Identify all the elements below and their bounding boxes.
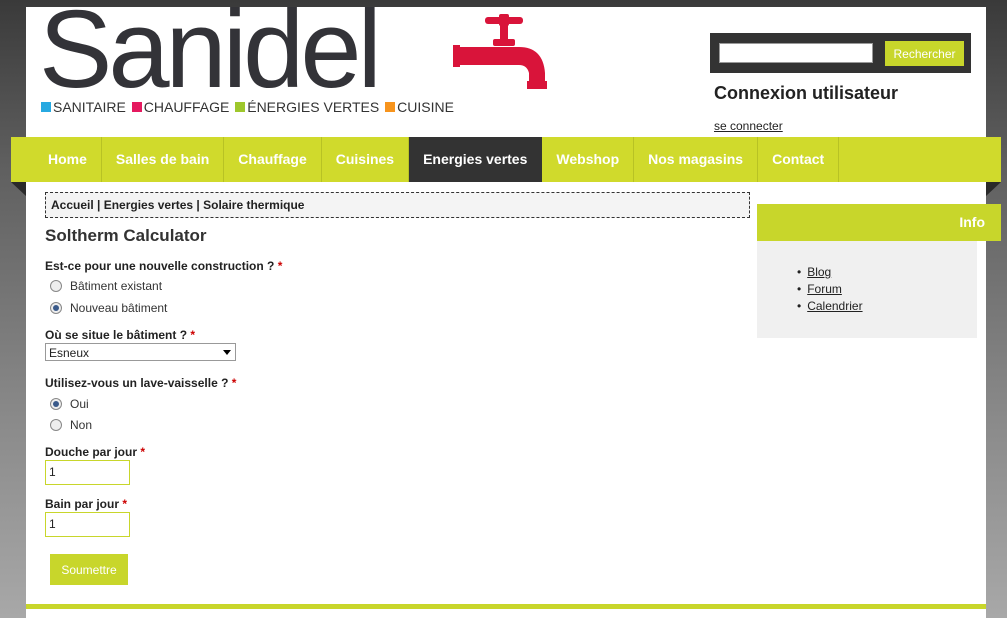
info-panel: Blog Forum Calendrier [757,241,977,338]
footer-bar [26,604,986,609]
radio-checked-icon[interactable] [50,398,62,410]
search-button[interactable]: Rechercher [885,41,964,66]
logo[interactable]: Sanidel [39,0,382,105]
tagline-energies: ÉNERGIES VERTES [247,99,380,115]
tagline-chauffage: CHAUFFAGE [143,99,230,115]
square-icon [41,102,51,112]
radio-batiment-existant[interactable]: Bâtiment existant [50,279,162,293]
nav-home[interactable]: Home [34,137,102,182]
dropdown-arrow-icon [223,350,231,355]
submit-button[interactable]: Soumettre [50,554,128,585]
question-dishwasher-label: Utilisez-vous un lave-vaisselle ? * [45,376,237,390]
main-nav: Home Salles de bain Chauffage Cuisines E… [11,137,1001,182]
nav-energies-vertes[interactable]: Energies vertes [409,137,543,182]
square-icon [235,102,246,112]
nav-corner-left [11,182,26,196]
bain-label: Bain par jour * [45,497,128,511]
tagline: SANITAIRE CHAUFFAGE ÉNERGIES VERTES CUIS… [41,99,456,115]
info-header: Info [757,204,1001,241]
nav-contact[interactable]: Contact [758,137,840,182]
tagline-sanitaire: SANITAIRE [53,99,126,115]
tagline-cuisine: CUISINE [397,99,454,115]
nav-webshop[interactable]: Webshop [542,137,635,182]
breadcrumb[interactable]: Accueil | Energies vertes | Solaire ther… [45,192,750,218]
radio-icon[interactable] [50,419,62,431]
faucet-icon [453,14,547,89]
question-construction-label: Est-ce pour une nouvelle construction ? … [45,259,283,273]
page-title: Soltherm Calculator [45,226,207,245]
bain-input[interactable]: 1 [45,512,130,537]
info-link-blog[interactable]: Blog [797,265,863,279]
radio-icon[interactable] [50,280,62,292]
nav-corner-right [986,182,1001,196]
nav-nos-magasins[interactable]: Nos magasins [634,137,759,182]
douche-label: Douche par jour * [45,445,146,459]
radio-checked-icon[interactable] [50,302,62,314]
nav-chauffage[interactable]: Chauffage [224,137,322,182]
page-container: Sanidel SANITAIRE CHAUFFAGE ÉNERGIES VER… [26,0,1001,618]
nav-cuisines[interactable]: Cuisines [322,137,410,182]
square-icon [131,102,142,112]
login-link[interactable]: se connecter [714,119,783,133]
location-select[interactable]: Esneux [45,343,236,361]
info-link-forum[interactable]: Forum [797,282,863,296]
nav-salles-de-bain[interactable]: Salles de bain [102,137,225,182]
radio-nouveau-batiment[interactable]: Nouveau bâtiment [50,301,167,315]
info-link-calendrier[interactable]: Calendrier [797,299,862,313]
square-icon [385,102,396,112]
question-location-label: Où se situe le bâtiment ? * [45,328,196,342]
search-box: Rechercher [710,33,971,73]
radio-oui[interactable]: Oui [50,397,89,411]
radio-non[interactable]: Non [50,418,92,432]
login-title: Connexion utilisateur [714,83,899,103]
douche-input[interactable]: 1 [45,460,130,485]
search-input[interactable] [719,43,873,63]
